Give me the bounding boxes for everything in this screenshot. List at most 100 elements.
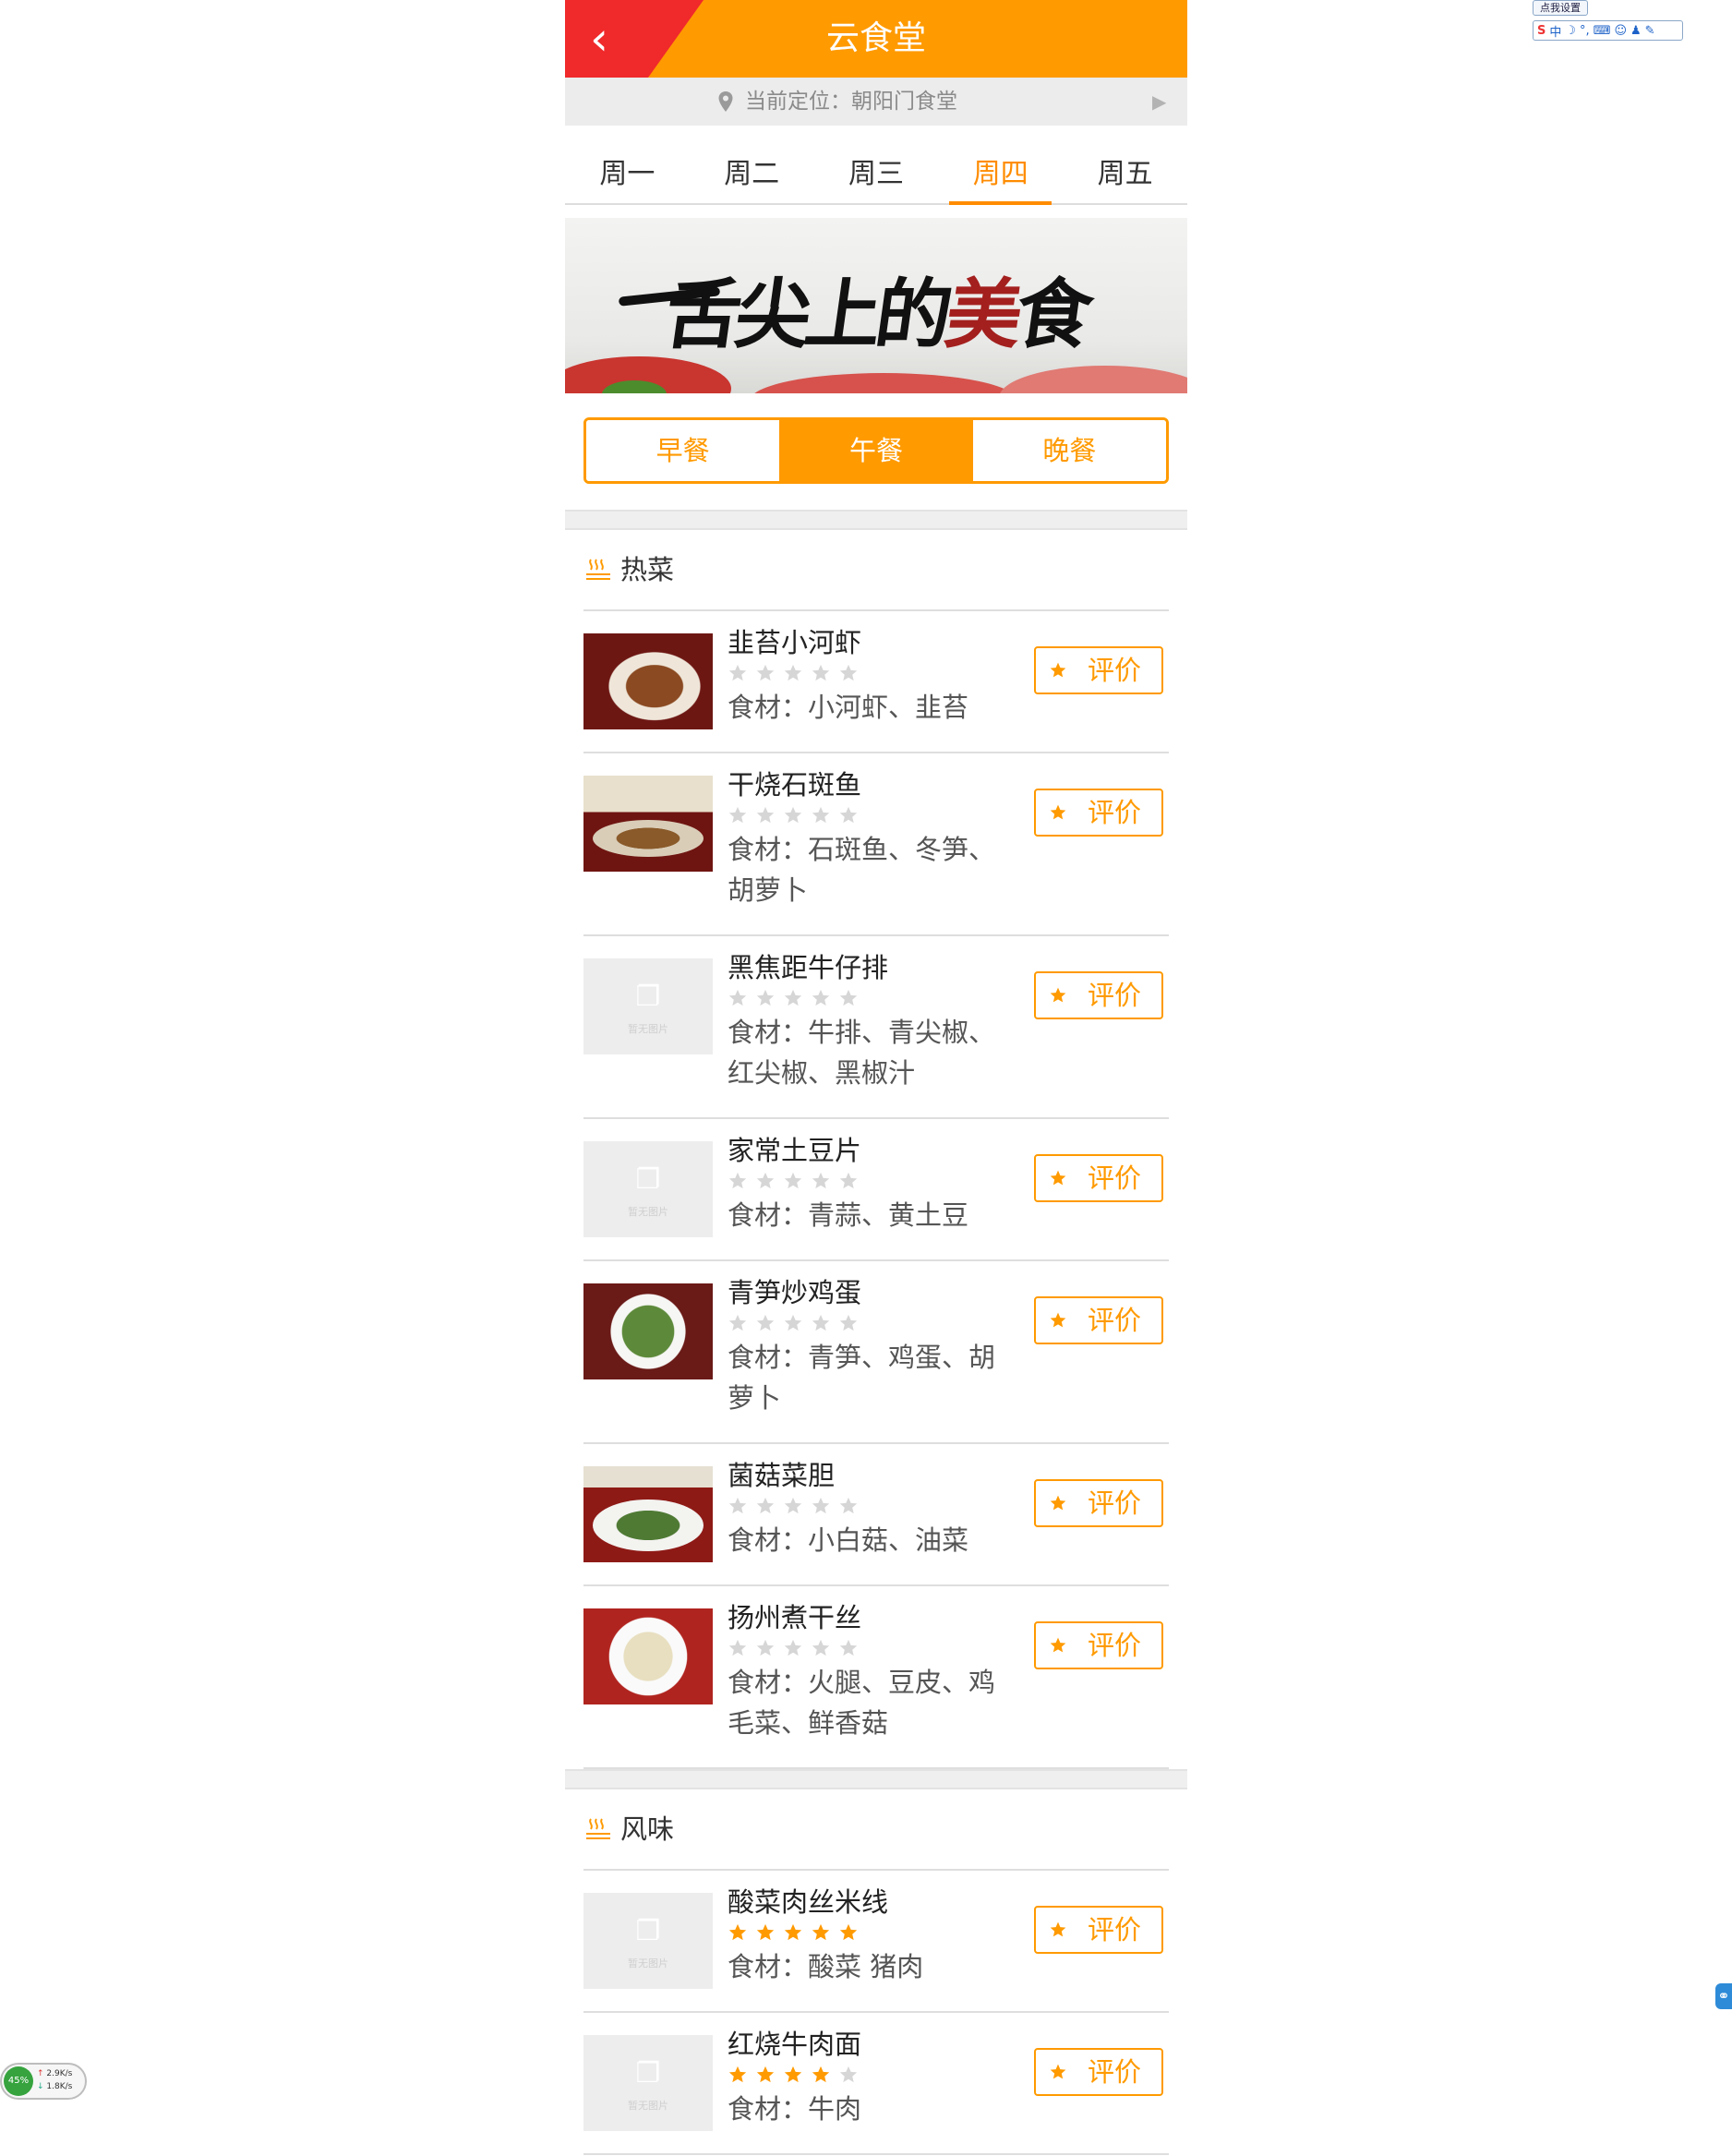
dish-thumbnail-placeholder[interactable]: ❐ 暂无图片 xyxy=(583,2035,713,2131)
dish-ingredients: 食材：牛肉 xyxy=(728,2093,862,2125)
dish-item[interactable]: 干烧石斑鱼食材：石斑鱼、冬笋、胡萝卜 评价 xyxy=(583,753,1169,936)
rate-button-label: 评价 xyxy=(1088,1305,1142,1336)
rate-button[interactable]: 评价 xyxy=(1034,1296,1163,1344)
dish-thumbnail[interactable] xyxy=(583,1283,713,1379)
dish-ingredients: 食材：青蒜、黄土豆 xyxy=(728,1199,969,1231)
rating-stars xyxy=(728,805,859,827)
dish-thumbnail-placeholder[interactable]: ❐ 暂无图片 xyxy=(583,958,713,1054)
rate-button-label: 评价 xyxy=(1088,2056,1142,2088)
moon-icon[interactable]: ☽ xyxy=(1565,24,1576,38)
banner-meat-decoration xyxy=(750,373,1017,393)
dish-thumbnail[interactable] xyxy=(583,633,713,729)
star-icon xyxy=(839,806,858,824)
star-icon xyxy=(784,1497,802,1514)
network-monitor-widget[interactable]: 45% 2.9K/s 1.8K/s xyxy=(0,2063,87,2100)
rate-button-label: 评价 xyxy=(1088,655,1142,686)
star-icon xyxy=(756,664,775,681)
rate-button[interactable]: 评价 xyxy=(1034,646,1163,694)
ime-mode[interactable]: 中 xyxy=(1549,22,1561,40)
dish-name[interactable]: 青笋炒鸡蛋 xyxy=(728,1274,861,1311)
dish-thumbnail[interactable] xyxy=(583,1608,713,1704)
dish-ingredients: 食材：石斑鱼、冬笋、胡萝卜 xyxy=(728,834,996,906)
rate-button[interactable]: 评价 xyxy=(1034,1906,1163,1954)
ime-settings-label[interactable]: 点我设置 xyxy=(1533,0,1588,16)
star-icon xyxy=(756,2066,775,2083)
wrench-icon[interactable]: ✎ xyxy=(1645,24,1655,38)
dish-name[interactable]: 干烧石斑鱼 xyxy=(728,766,861,803)
star-icon xyxy=(1050,1495,1066,1511)
dish-name[interactable]: 酸菜肉丝米线 xyxy=(728,1884,888,1921)
image-placeholder-icon: ❐ xyxy=(635,2057,661,2090)
dish-thumbnail-placeholder[interactable]: ❐ 暂无图片 xyxy=(583,1893,713,1989)
chevron-right-icon[interactable]: ▶ xyxy=(1152,78,1166,126)
star-icon xyxy=(756,1639,775,1656)
rating-stars xyxy=(728,1922,859,1945)
keyboard-icon[interactable]: ⌨ xyxy=(1594,24,1611,38)
rate-button[interactable]: 评价 xyxy=(1034,1154,1163,1202)
star-icon xyxy=(1050,2064,1066,2079)
location-bar[interactable]: 当前定位：朝阳门食堂 ▶ xyxy=(565,78,1187,126)
no-image-text: 暂无图片 xyxy=(628,1023,668,1035)
rate-button[interactable]: 评价 xyxy=(1034,1479,1163,1527)
dish-item[interactable]: ❐ 暂无图片 黑焦距牛仔排食材：牛排、青尖椒、红尖椒、黑椒汁 评价 xyxy=(583,936,1169,1119)
rate-button[interactable]: 评价 xyxy=(1034,1621,1163,1669)
dish-name[interactable]: 韭苔小河虾 xyxy=(728,624,861,661)
star-icon xyxy=(728,1497,747,1514)
food-banner-image: 舌尖上的美食 xyxy=(565,218,1187,393)
skin-shirt-icon[interactable]: ♟ xyxy=(1630,24,1642,38)
star-icon xyxy=(756,1314,775,1331)
tab-meal[interactable]: 晚餐 xyxy=(972,420,1166,481)
rate-button-label: 评价 xyxy=(1088,797,1142,828)
star-icon xyxy=(784,1314,802,1331)
star-icon xyxy=(839,1314,858,1331)
punctuation-icon[interactable]: °, xyxy=(1580,24,1590,38)
dish-name[interactable]: 菌菇菜胆 xyxy=(728,1457,835,1494)
star-icon xyxy=(839,1172,858,1189)
star-icon xyxy=(784,664,802,681)
star-icon xyxy=(812,989,830,1006)
rate-button[interactable]: 评价 xyxy=(1034,2048,1163,2096)
rate-button-label: 评价 xyxy=(1088,1162,1142,1194)
dish-thumbnail[interactable] xyxy=(583,1466,713,1562)
star-icon xyxy=(784,1923,802,1941)
ime-status-bar[interactable]: S 中 ☽ °, ⌨ ☺ ♟ ✎ xyxy=(1533,20,1683,41)
star-icon xyxy=(839,1497,858,1514)
dish-item[interactable]: 菌菇菜胆 食材：小白菇、油菜 评价 xyxy=(583,1444,1169,1586)
dish-ingredients: 食材：牛排、青尖椒、红尖椒、黑椒汁 xyxy=(728,1017,996,1089)
tab-day[interactable]: 周四 xyxy=(938,144,1063,205)
dish-thumbnail-placeholder[interactable]: ❐ 暂无图片 xyxy=(583,1141,713,1237)
dish-item[interactable]: 扬州煮干丝 食材：火腿、豆皮、鸡毛菜、鲜香菇 评价 xyxy=(583,1586,1169,1769)
tab-day[interactable]: 周二 xyxy=(690,144,814,203)
ime-toolbar[interactable]: 点我设置 S 中 ☽ °, ⌨ ☺ ♟ ✎ xyxy=(1531,0,1683,42)
dish-ingredients: 食材：小河虾、韭苔 xyxy=(728,692,969,723)
dish-item[interactable]: ❐ 暂无图片 红烧牛肉面食材：牛肉 评价 xyxy=(583,2013,1169,2155)
tab-day[interactable]: 周三 xyxy=(814,144,939,203)
dish-name[interactable]: 黑焦距牛仔排 xyxy=(728,949,888,986)
user-icon[interactable]: ☺ xyxy=(1614,24,1627,38)
dish-name[interactable]: 扬州煮干丝 xyxy=(728,1599,861,1636)
sogou-logo-icon: S xyxy=(1537,23,1546,38)
star-icon xyxy=(1050,1637,1066,1653)
tab-day[interactable]: 周五 xyxy=(1063,144,1187,203)
hot-dish-steam-icon xyxy=(586,559,610,580)
tab-meal[interactable]: 早餐 xyxy=(586,420,780,481)
star-icon xyxy=(784,1639,802,1656)
tab-meal[interactable]: 午餐 xyxy=(779,420,973,481)
dish-item[interactable]: 青笋炒鸡蛋食材：青笋、鸡蛋、胡萝卜 评价 xyxy=(583,1261,1169,1444)
star-icon xyxy=(728,2066,747,2083)
dish-thumbnail[interactable] xyxy=(583,776,713,872)
dish-item[interactable]: ❐ 暂无图片 家常土豆片食材：青蒜、黄土豆 评价 xyxy=(583,1119,1169,1261)
dish-item[interactable]: ❐ 暂无图片 酸菜肉丝米线 食材：酸菜 猪肉 评价 xyxy=(583,1871,1169,2013)
image-placeholder-icon: ❐ xyxy=(635,1915,661,1947)
tab-day[interactable]: 周一 xyxy=(565,144,690,203)
star-icon xyxy=(839,2066,858,2083)
rate-button[interactable]: 评价 xyxy=(1034,789,1163,837)
dish-ingredients: 食材：青笋、鸡蛋、胡萝卜 xyxy=(728,1342,996,1414)
dish-name[interactable]: 红烧牛肉面 xyxy=(728,2026,861,2063)
dish-name[interactable]: 家常土豆片 xyxy=(728,1132,861,1169)
rate-button[interactable]: 评价 xyxy=(1034,971,1163,1019)
back-chevron-icon[interactable]: ‹ xyxy=(576,15,622,63)
side-link-icon[interactable]: ⚭ xyxy=(1715,1983,1732,2009)
dish-item[interactable]: 韭苔小河虾食材：小河虾、韭苔 评价 xyxy=(583,611,1169,753)
star-icon xyxy=(728,806,747,824)
